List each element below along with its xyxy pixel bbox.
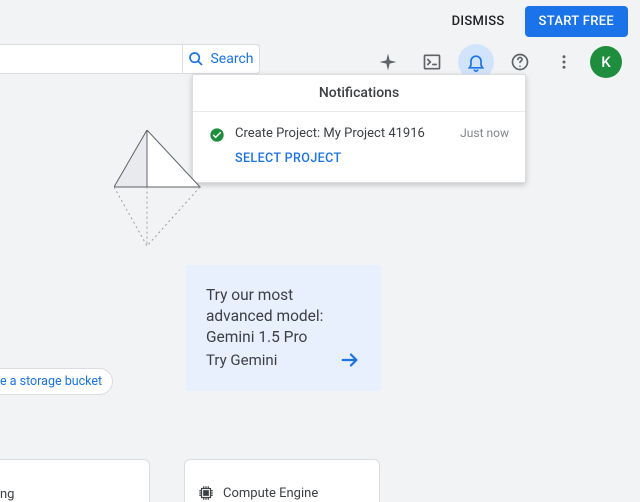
notification-body: Create Project: My Project 41916 Just no… xyxy=(235,126,509,166)
search-button[interactable]: Search xyxy=(182,44,260,74)
decorative-geometry xyxy=(114,130,204,250)
free-trial-bar: DISMISS START FREE xyxy=(442,6,628,37)
bottom-card-1[interactable]: ng xyxy=(0,459,150,502)
search-label: Search xyxy=(210,51,253,67)
bottom-card-compute[interactable]: Compute Engine xyxy=(184,459,380,502)
scrollbar[interactable] xyxy=(628,0,640,502)
search-icon xyxy=(188,51,204,67)
bottom-card-1-label: ng xyxy=(0,487,14,502)
search-bar: Search xyxy=(0,44,260,74)
gemini-promo-card: Try our most advanced model: Gemini 1.5 … xyxy=(186,265,381,391)
notification-item[interactable]: Create Project: My Project 41916 Just no… xyxy=(193,112,525,182)
notification-time: Just now xyxy=(460,126,509,140)
create-storage-bucket-link[interactable]: e a storage bucket xyxy=(0,368,113,395)
notifications-panel: Notifications Create Project: My Project… xyxy=(192,74,526,183)
select-project-link[interactable]: SELECT PROJECT xyxy=(235,151,509,166)
search-input[interactable] xyxy=(0,44,182,74)
notification-title: Create Project: My Project 41916 xyxy=(235,126,425,141)
dismiss-button[interactable]: DISMISS xyxy=(442,6,515,37)
account-avatar[interactable]: K xyxy=(590,46,622,78)
success-check-icon xyxy=(209,127,225,143)
more-menu-icon[interactable] xyxy=(546,44,582,80)
bottom-cards: ng Compute Engine xyxy=(0,459,380,502)
notifications-header: Notifications xyxy=(193,75,525,112)
compute-engine-icon xyxy=(197,484,215,502)
start-free-button[interactable]: START FREE xyxy=(525,6,628,37)
compute-engine-label: Compute Engine xyxy=(223,486,318,501)
try-gemini-link[interactable]: Try Gemini xyxy=(206,349,361,371)
arrow-right-icon xyxy=(339,349,361,371)
try-gemini-label: Try Gemini xyxy=(206,351,277,369)
gemini-promo-title: Try our most advanced model: Gemini 1.5 … xyxy=(206,285,361,348)
